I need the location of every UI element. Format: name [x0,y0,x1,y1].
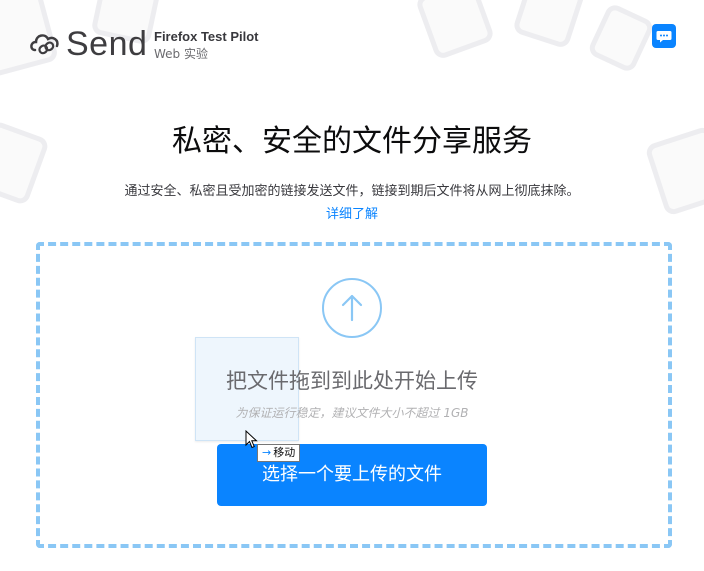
drag-action-label: 移动 [273,446,296,459]
file-size-hint: 为保证运行稳定，建议文件大小不超过 1GB [235,406,469,420]
feedback-chat-icon [652,31,676,52]
upload-arrow-icon [322,278,382,338]
test-pilot-subtitle: Web 实验 [154,47,208,61]
page-description: 通过安全、私密且受加密的链接发送文件，链接到期后文件将从网上彻底抹除。 [124,184,580,199]
drop-instruction: 把文件拖到到此处开始上传 [226,369,478,393]
header: Send Firefox Test Pilot Web 实验 [0,0,704,80]
learn-more-link[interactable]: 详细了解 [0,203,704,222]
test-pilot-title[interactable]: Firefox Test Pilot [154,29,259,44]
cloud-link-icon [28,26,62,60]
drag-arrow-icon: → [262,446,272,459]
drag-action-badge: → 移动 [257,444,301,462]
page-title: 私密、安全的文件分享服务 [172,124,532,159]
brand-name[interactable]: Send [66,25,147,64]
feedback-button[interactable] [652,24,676,48]
